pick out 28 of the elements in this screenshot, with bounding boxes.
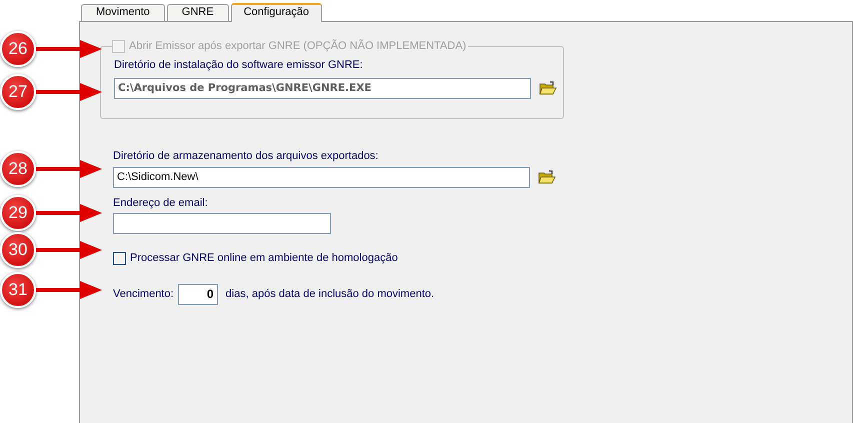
- field-label: Endereço de email:: [113, 196, 209, 210]
- checkbox[interactable]: [113, 252, 126, 265]
- tab[interactable]: Configuração: [230, 3, 322, 22]
- arrow-icon: [36, 203, 102, 223]
- days-field[interactable]: 0: [178, 284, 218, 304]
- callout-badge: 26: [0, 31, 36, 67]
- folder-icon[interactable]: [539, 80, 557, 96]
- field-label: Diretório de armazenamento dos arquivos exportados:: [113, 149, 380, 164]
- callout-badge: 27: [0, 74, 36, 110]
- email-field[interactable]: [113, 213, 331, 234]
- tab[interactable]: GNRE: [166, 4, 229, 21]
- arrow-icon: [36, 39, 102, 59]
- callout-badge: 29: [0, 195, 36, 231]
- checkbox-label: Processar GNRE online em ambiente de homologação: [130, 251, 398, 266]
- arrow-icon: [36, 159, 102, 179]
- arrow-icon: [36, 280, 102, 300]
- arrow-icon: [36, 240, 102, 260]
- callout-badge: 28: [0, 151, 36, 187]
- callout-badge: 30: [0, 232, 36, 268]
- tab[interactable]: Movimento: [81, 4, 165, 21]
- path-field[interactable]: C:\Sidicom.New\: [113, 166, 530, 188]
- callout-badge: 31: [0, 272, 36, 308]
- arrow-icon: [36, 82, 102, 102]
- field-suffix: dias, após data de inclusão do movimento.: [226, 286, 434, 302]
- field-label: Vencimento:: [113, 286, 174, 302]
- checkbox-label: Abrir Emissor após exportar GNRE (OPÇÃO NÃO IMPLEMENTADA): [129, 39, 466, 53]
- field-label: Diretório de instalação do software emissor GNRE:: [114, 58, 364, 73]
- folder-icon[interactable]: [538, 170, 556, 184]
